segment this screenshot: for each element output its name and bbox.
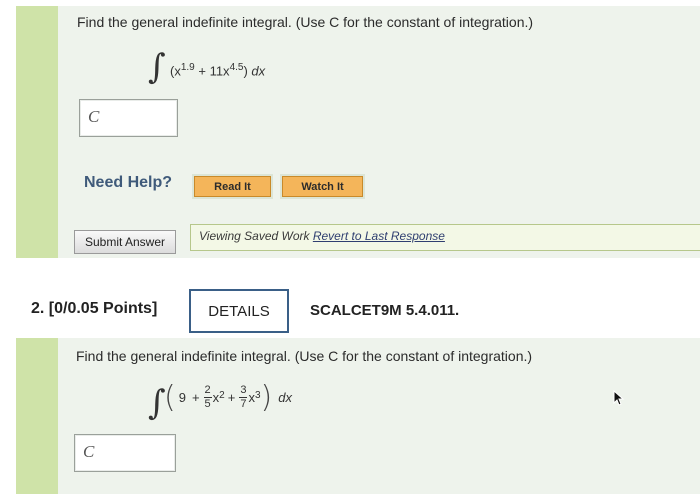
- question-1-indicator-bar: [16, 6, 58, 258]
- need-help-label: Need Help?: [84, 174, 173, 191]
- question-2-integrand: ( 9 + 25 x2 + 37 x3 ) dx: [164, 380, 292, 415]
- course-code: SCALCET9M 5.4.011.: [310, 302, 460, 319]
- question-2-number: 2. [0/0.05 Points]: [31, 300, 158, 317]
- question-1-prompt: Find the general indefinite integral. (U…: [77, 14, 534, 30]
- q2-frac1-numerator: 2: [203, 384, 212, 398]
- q2-frac2-denominator: 7: [240, 398, 247, 410]
- revert-link[interactable]: Revert to Last Response: [313, 229, 445, 243]
- integral-sign-icon: ∫: [148, 47, 166, 87]
- q1-term2: + 11x: [194, 63, 230, 79]
- q1-term2-exp: 4.5: [229, 62, 244, 73]
- saved-work-text: Viewing Saved Work: [199, 229, 310, 243]
- details-button[interactable]: DETAILS: [189, 289, 289, 333]
- question-1-answer-field[interactable]: C: [79, 99, 178, 137]
- q2-frac2-numerator: 3: [239, 384, 248, 398]
- q2-frac1-denominator: 5: [204, 398, 211, 410]
- watch-it-button[interactable]: Watch It: [282, 176, 363, 197]
- submit-answer-button[interactable]: Submit Answer: [74, 230, 176, 254]
- q2-answer-prefill: C: [83, 442, 95, 461]
- mouse-pointer-icon: [613, 390, 625, 406]
- q1-answer-prefill: C: [88, 107, 100, 126]
- question-2-prompt: Find the general indefinite integral. (U…: [76, 348, 533, 364]
- q2-dx: dx: [278, 390, 292, 405]
- question-1-integrand: (x1.9 + 11x4.5) dx: [170, 62, 266, 79]
- q2-term1-exp: 2: [219, 390, 225, 401]
- read-it-button[interactable]: Read It: [194, 176, 271, 197]
- question-2-indicator-bar: [16, 338, 58, 494]
- q1-dx: dx: [251, 63, 266, 79]
- saved-work-bar: Viewing Saved Work Revert to Last Respon…: [190, 224, 700, 251]
- question-2-answer-field[interactable]: C: [74, 434, 176, 472]
- q2-constant: 9: [178, 390, 186, 405]
- q1-term1-exp: 1.9: [180, 62, 195, 73]
